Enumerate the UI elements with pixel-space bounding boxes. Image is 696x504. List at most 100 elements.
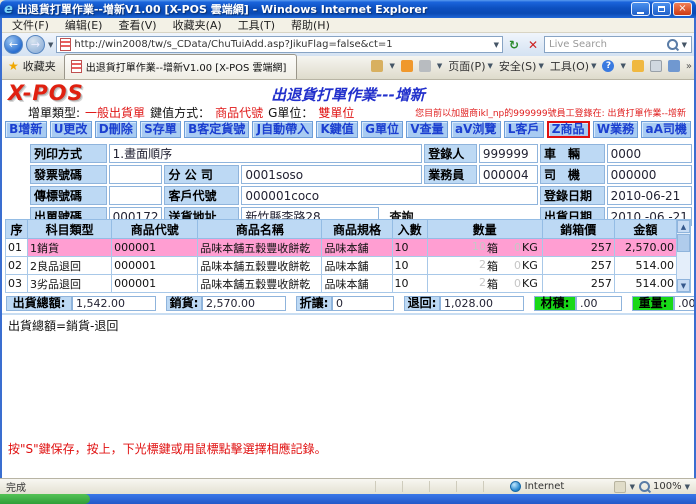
col-quantity: 數量 (427, 220, 542, 239)
table-header-row: 序 科目類型 商品代號 商品名稱 商品規格 入數 數量 銷箱價 金額 (6, 220, 677, 239)
operator-field[interactable]: 999999 (479, 144, 538, 163)
menu-item-file[interactable]: 文件(F) (12, 17, 49, 33)
cell-quantity: 10箱0KG (427, 239, 542, 257)
scroll-thumb[interactable] (677, 234, 690, 252)
btn-driver[interactable]: aA司機 (641, 121, 691, 138)
menu-bar: 文件(F) 编辑(E) 查看(V) 收藏夹(A) 工具(T) 帮助(H) (0, 18, 696, 33)
zoom-control[interactable]: 100% ▼ (639, 481, 690, 492)
cell-product-name: 品味本舖五穀豐收餅乾 (198, 239, 322, 257)
btn-browse[interactable]: aV浏覽 (451, 121, 501, 138)
safety-menu-label: 安全(S) (499, 58, 537, 74)
branch-field[interactable]: 0001soso (241, 165, 422, 184)
table-scrollbar[interactable]: ▲ ▼ (677, 219, 691, 293)
vehicle-field[interactable]: 0000 (607, 144, 692, 163)
rss-icon[interactable] (401, 60, 413, 72)
address-input[interactable]: http://win2008/tw/s_CData/ChuTuiAdd.asp?… (56, 36, 503, 53)
page-menu-button[interactable]: 页面(P)▼ (448, 58, 493, 74)
print-icon[interactable] (419, 60, 431, 72)
weight-field[interactable]: .00 (674, 296, 696, 311)
btn-check-quantity[interactable]: V查量 (406, 121, 448, 138)
menu-item-view[interactable]: 查看(V) (118, 17, 156, 33)
tab-page-icon (71, 60, 82, 73)
menu-item-tools[interactable]: 工具(T) (238, 17, 275, 33)
sales-total-field[interactable]: 2,570.00 (202, 296, 286, 311)
forward-button[interactable]: → (26, 35, 45, 54)
status-pane (402, 481, 425, 492)
tab-active[interactable]: 出退貨打單作業--增新V1.00 [X-POS 雲端網] (64, 54, 298, 79)
operator-label: 登錄人 (424, 144, 477, 163)
tools-menu-button[interactable]: 工具(O)▼ (550, 58, 597, 74)
btn-modify[interactable]: U更改 (50, 121, 92, 138)
search-input[interactable]: Live Search (549, 39, 663, 50)
btn-auto-fill[interactable]: J自動帶入 (252, 121, 313, 138)
address-dropdown-icon[interactable]: ▼ (494, 41, 499, 49)
refresh-button[interactable]: ↻ (506, 36, 522, 53)
btn-delete[interactable]: D刪除 (95, 121, 137, 138)
maximize-button[interactable] (652, 2, 671, 16)
menu-item-edit[interactable]: 编辑(E) (65, 17, 103, 33)
menu-item-help[interactable]: 帮助(H) (291, 17, 330, 33)
messenger-icon[interactable] (632, 60, 644, 72)
col-seq: 序 (6, 220, 28, 239)
protected-mode-dropdown-icon[interactable]: ▼ (630, 483, 635, 491)
btn-sales[interactable]: W業務 (593, 121, 639, 138)
salesman-field[interactable]: 000004 (479, 165, 538, 184)
tools-menu-arrow-icon: ▼ (591, 62, 596, 70)
customer-code-field[interactable]: 000001coco (241, 186, 538, 205)
minimize-button[interactable] (631, 2, 650, 16)
table-row[interactable]: 02 2良品退回 000001 品味本舖五穀豐收餅乾 品味本舖 10 2箱0KG… (6, 257, 677, 275)
btn-customer[interactable]: L客戶 (504, 121, 544, 138)
overflow-chevron-icon[interactable]: » (686, 61, 692, 72)
scroll-up-icon[interactable]: ▲ (677, 220, 690, 233)
discount-field[interactable]: 0 (332, 296, 394, 311)
back-button[interactable]: ← (4, 35, 23, 54)
shipment-total-field[interactable]: 1,542.00 (72, 296, 156, 311)
favorites-button[interactable]: ★ 收藏夹 (4, 55, 64, 79)
search-box[interactable]: Live Search ▼ (544, 36, 692, 53)
driver-field[interactable]: 000000 (607, 165, 692, 184)
taskbar (0, 494, 696, 504)
tools-menu-label: 工具(O) (550, 58, 589, 74)
btn-custom-code[interactable]: B客定貨號 (184, 121, 250, 138)
menu-item-favorites[interactable]: 收藏夹(A) (173, 17, 222, 33)
btn-unit[interactable]: G單位 (361, 121, 403, 138)
help-dropdown-icon[interactable]: ▼ (620, 62, 625, 70)
zoom-dropdown-icon[interactable]: ▼ (685, 483, 690, 491)
divider (2, 313, 694, 315)
formula-note: 出貨總額=銷貨-退回 (8, 317, 118, 334)
edit-icon[interactable] (650, 60, 662, 72)
search-icon[interactable] (667, 39, 678, 50)
print-dropdown-icon[interactable]: ▼ (437, 62, 442, 70)
close-button[interactable]: × (673, 2, 692, 16)
btn-add-new[interactable]: B增新 (5, 121, 47, 138)
btn-product[interactable]: Z商品 (547, 121, 590, 138)
btn-save[interactable]: S存單 (140, 121, 181, 138)
box-unit-label: 箱 (487, 276, 498, 292)
home-icon[interactable] (371, 60, 383, 72)
print-mode-field[interactable]: 1.畫面順序 (109, 144, 423, 163)
status-pane (375, 481, 398, 492)
kg-unit-label: KG (522, 241, 538, 254)
register-date-field[interactable]: 2010-06-21 (607, 186, 692, 205)
nav-dropdown-icon[interactable]: ▼ (48, 41, 53, 49)
help-icon[interactable]: ? (602, 60, 614, 72)
table-row[interactable]: 03 3劣品退回 000001 品味本舖五穀豐收餅乾 品味本舖 10 2箱0KG… (6, 275, 677, 293)
search-dropdown-icon[interactable]: ▼ (682, 41, 687, 49)
home-dropdown-icon[interactable]: ▼ (389, 62, 394, 70)
protected-mode-icon[interactable] (614, 481, 626, 493)
window-title: 出退貨打單作業--增新V1.00 [X-POS 雲端網] - Windows I… (17, 1, 627, 17)
minimize-icon (637, 12, 644, 14)
returns-field[interactable]: 1,028.00 (440, 296, 524, 311)
voucher-no-field[interactable] (109, 186, 163, 205)
start-button[interactable] (0, 494, 90, 504)
safety-menu-button[interactable]: 安全(S)▼ (499, 58, 544, 74)
table-row[interactable]: 01 1銷貨 000001 品味本舖五穀豐收餅乾 品味本舖 10 10箱0KG … (6, 239, 677, 257)
btn-key-value[interactable]: K鍵值 (316, 121, 358, 138)
scroll-down-icon[interactable]: ▼ (677, 279, 690, 292)
address-bar: ← → ▼ http://win2008/tw/s_CData/ChuTuiAd… (0, 33, 696, 56)
picture-icon[interactable] (668, 60, 680, 72)
invoice-no-field[interactable] (109, 165, 163, 184)
address-url[interactable]: http://win2008/tw/s_CData/ChuTuiAdd.asp?… (74, 39, 490, 50)
stop-button[interactable]: ✕ (525, 36, 541, 53)
volume-field[interactable]: .00 (576, 296, 622, 311)
